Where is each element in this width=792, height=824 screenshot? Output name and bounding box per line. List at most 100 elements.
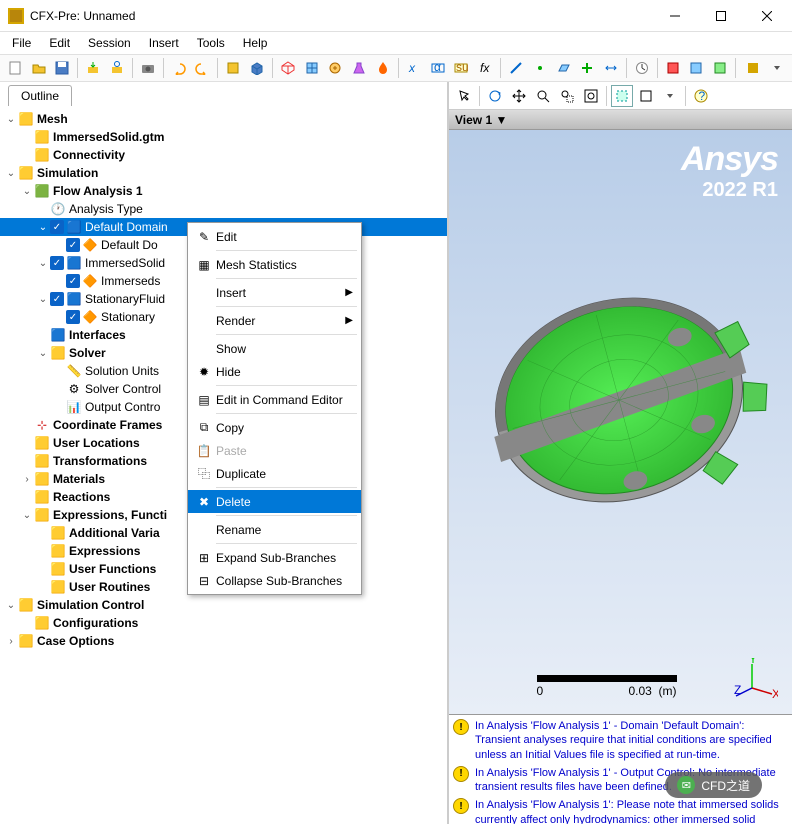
chevron-down-icon[interactable]: ⌄ [20,186,34,197]
mesh-import-icon[interactable] [82,57,104,79]
check-icon[interactable]: ✓ [50,256,64,270]
tree-user-routines[interactable]: User Routines [69,580,150,594]
ctx-render[interactable]: Render▶ [188,309,361,332]
domain-icon[interactable] [222,57,244,79]
tree-immerseds[interactable]: Immerseds [101,274,160,288]
maximize-button[interactable] [698,1,744,31]
ctx-edit[interactable]: ✎Edit [188,225,361,248]
ctx-show[interactable]: Show [188,337,361,360]
subdomain-icon[interactable] [301,57,323,79]
run-dropdown-icon[interactable] [766,57,788,79]
tree-simulation[interactable]: Simulation [37,166,98,180]
ctx-hide[interactable]: ✹Hide [188,360,361,383]
tree-additional-vars[interactable]: Additional Varia [69,526,160,540]
viewport-3d[interactable]: Ansys 2022 R1 [449,130,792,714]
ctx-collapse[interactable]: ⊟Collapse Sub-Branches [188,569,361,592]
cel-icon[interactable]: α [427,57,449,79]
ctx-edit-cmd[interactable]: ▤Edit in Command Editor [188,388,361,411]
tree-reactions[interactable]: Reactions [53,490,110,504]
zoom-box-icon[interactable] [556,85,578,107]
chevron-down-icon[interactable]: ⌄ [36,294,50,305]
chevron-down-icon[interactable]: ⌄ [36,348,50,359]
tree-solver-control[interactable]: Solver Control [85,382,161,396]
tree-interfaces[interactable]: Interfaces [69,328,126,342]
ctx-insert[interactable]: Insert▶ [188,281,361,304]
tree-user-functions[interactable]: User Functions [69,562,156,576]
ctx-copy[interactable]: ⧉Copy [188,416,361,439]
check-icon[interactable]: ✓ [50,220,64,234]
chevron-right-icon[interactable]: › [20,474,34,485]
plus-icon[interactable] [576,57,598,79]
mesh-reload-icon[interactable] [106,57,128,79]
menu-tools[interactable]: Tools [189,34,233,52]
check-icon[interactable]: ✓ [66,310,80,324]
tree-mesh[interactable]: Mesh [37,112,68,126]
chevron-down-icon[interactable]: ⌄ [4,114,18,125]
ctx-rename[interactable]: Rename [188,518,361,541]
menu-help[interactable]: Help [235,34,276,52]
point-icon[interactable] [529,57,551,79]
results-icon[interactable] [709,57,731,79]
tree-flow[interactable]: Flow Analysis 1 [53,184,143,198]
dropdown-icon[interactable] [659,85,681,107]
tree-expressions[interactable]: Expressions, Functi [53,508,167,522]
chevron-down-icon[interactable]: ⌄ [4,168,18,179]
menu-session[interactable]: Session [80,34,139,52]
fit-icon[interactable] [580,85,602,107]
tree-expressions2[interactable]: Expressions [69,544,140,558]
plane-icon[interactable] [553,57,575,79]
ctx-expand[interactable]: ⊞Expand Sub-Branches [188,546,361,569]
line-icon[interactable] [505,57,527,79]
help-icon[interactable]: ? [690,85,712,107]
chevron-down-icon[interactable]: ⌄ [4,600,18,611]
tree-mesh-file[interactable]: ImmersedSolid.gtm [53,130,164,144]
ctx-mesh-stats[interactable]: ▦Mesh Statistics [188,253,361,276]
tree-stationary[interactable]: Stationary [101,310,155,324]
tree-case-options[interactable]: Case Options [37,634,114,648]
camera-icon[interactable] [137,57,159,79]
chevron-down-icon[interactable]: ⌄ [36,258,50,269]
tree-output-control[interactable]: Output Contro [85,400,160,414]
output-icon[interactable] [686,57,708,79]
check-icon[interactable]: ✓ [66,274,80,288]
flask-icon[interactable] [348,57,370,79]
sub-icon[interactable]: sub [450,57,472,79]
check-icon[interactable]: ✓ [50,292,64,306]
check-icon[interactable]: ✓ [66,238,80,252]
arrows-icon[interactable] [600,57,622,79]
solver-icon[interactable] [662,57,684,79]
view-header[interactable]: View 1 ▼ [449,110,792,130]
boundary-icon[interactable] [277,57,299,79]
cube-icon[interactable] [246,57,268,79]
close-button[interactable] [744,1,790,31]
tree-connectivity[interactable]: Connectivity [53,148,125,162]
tree-user-locations[interactable]: User Locations [53,436,140,450]
menu-file[interactable]: File [4,34,39,52]
tree-analysis-type[interactable]: Analysis Type [69,202,143,216]
open-icon[interactable] [28,57,50,79]
tree-sim-control[interactable]: Simulation Control [37,598,144,612]
ctx-duplicate[interactable]: ⿻Duplicate [188,462,361,485]
new-icon[interactable] [4,57,26,79]
expression-icon[interactable]: x [403,57,425,79]
tree-default-domain[interactable]: Default Domain [85,220,168,234]
face-icon[interactable] [635,85,657,107]
tree-transformations[interactable]: Transformations [53,454,147,468]
undo-icon[interactable] [168,57,190,79]
tab-outline[interactable]: Outline [8,85,72,106]
clock-icon[interactable] [631,57,653,79]
tree-immersedsolid[interactable]: ImmersedSolid [85,256,165,270]
menu-edit[interactable]: Edit [41,34,78,52]
redo-icon[interactable] [192,57,214,79]
tree-coord-frames[interactable]: Coordinate Frames [53,418,162,432]
pan-icon[interactable] [508,85,530,107]
rotate-icon[interactable] [484,85,506,107]
source-icon[interactable] [324,57,346,79]
tree-default-domain-default[interactable]: Default Do [101,238,158,252]
chevron-down-icon[interactable]: ⌄ [36,222,50,233]
chevron-down-icon[interactable]: ⌄ [20,510,34,521]
function-icon[interactable]: fx [474,57,496,79]
zoom-icon[interactable] [532,85,554,107]
flame-icon[interactable] [372,57,394,79]
tree-solution-units[interactable]: Solution Units [85,364,159,378]
